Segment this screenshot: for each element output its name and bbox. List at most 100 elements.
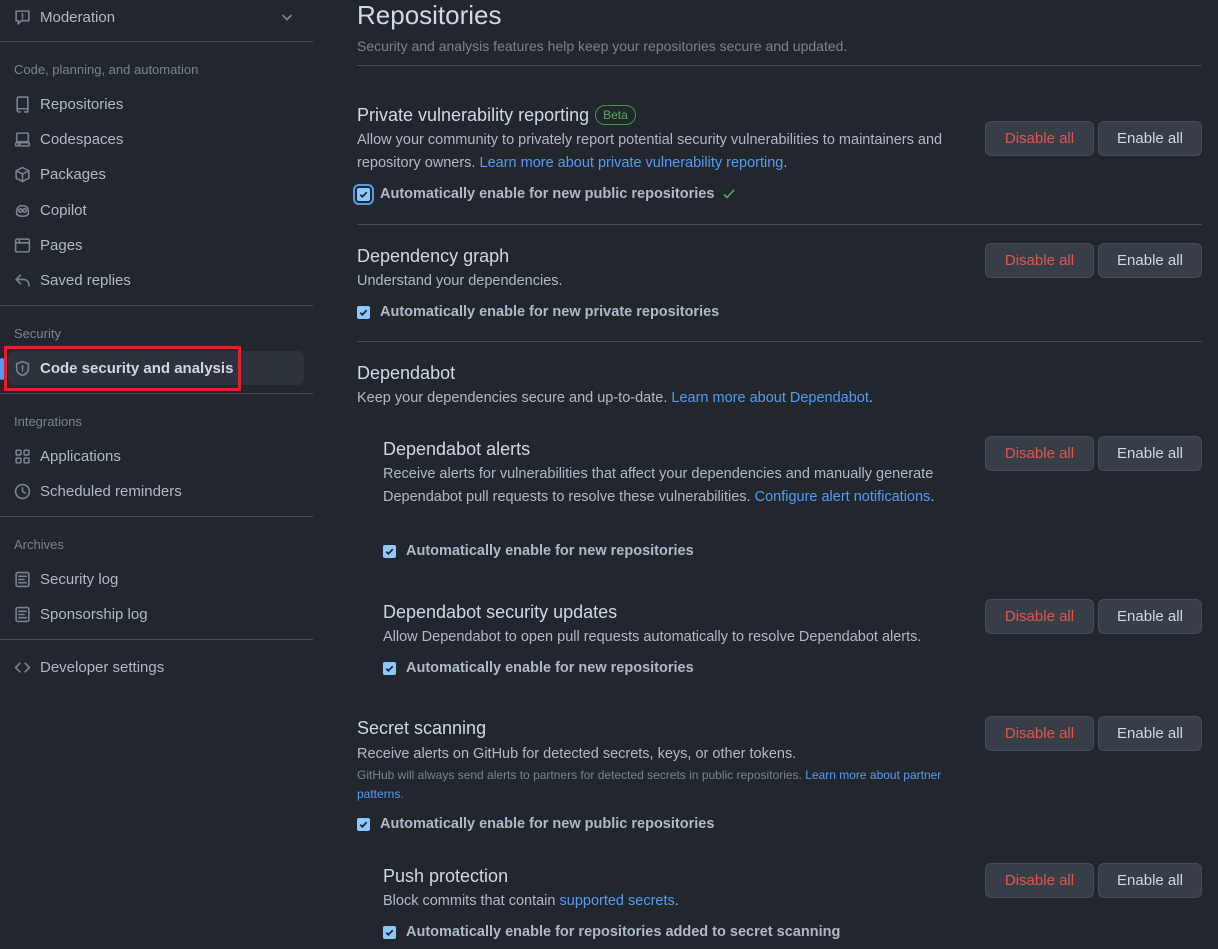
sidebar: Moderation Code, planning, and automatio…	[0, 0, 313, 949]
push-protection-auto-enable-checkbox[interactable]	[383, 925, 396, 939]
code-icon	[13, 658, 31, 676]
pvr-disable-all-button[interactable]: Disable all	[985, 121, 1094, 156]
checkbox-label: Automatically enable for new public repo…	[380, 816, 715, 832]
sidebar-item-packages[interactable]: Packages	[0, 157, 313, 191]
pvr-auto-enable-checkbox[interactable]	[353, 183, 374, 205]
dependabot-security-updates-description: Allow Dependabot to open pull requests a…	[383, 629, 922, 645]
secret-note-suffix: .	[400, 787, 404, 801]
dep-graph-auto-enable-row: Automatically enable for new private rep…	[357, 304, 719, 320]
dep-updates-auto-enable-checkbox[interactable]	[383, 661, 396, 675]
sidebar-item-moderation[interactable]: Moderation	[0, 0, 313, 34]
secret-scanning-description: Receive alerts on GitHub for detected se…	[357, 746, 797, 762]
push-protection-disable-all-button[interactable]: Disable all	[985, 863, 1094, 898]
sidebar-item-saved-replies[interactable]: Saved replies	[0, 263, 313, 297]
pvr-learn-more-link[interactable]: Learn more about private vulnerability r…	[480, 155, 784, 171]
pvr-auto-enable-row: Automatically enable for new public repo…	[353, 183, 736, 205]
dependabot-learn-more-link[interactable]: Learn more about Dependabot	[671, 390, 869, 406]
secret-scanning-note: GitHub will always send alerts to partne…	[357, 766, 967, 804]
secret-scanning-title: Secret scanning	[357, 718, 487, 738]
secret-scanning-auto-enable-checkbox[interactable]	[357, 817, 370, 831]
sidebar-item-label: Saved replies	[40, 271, 131, 289]
dep-alerts-enable-all-button[interactable]: Enable all	[1098, 436, 1202, 471]
dep-alerts-disable-all-button[interactable]: Disable all	[985, 436, 1094, 471]
checkbox-label: Automatically enable for new private rep…	[380, 304, 720, 320]
sidebar-item-label: Packages	[40, 165, 106, 183]
checkbox-label: Automatically enable for new repositorie…	[406, 660, 694, 676]
secret-scanning-auto-enable-row: Automatically enable for new public repo…	[357, 816, 714, 832]
dependabot-security-updates-title: Dependabot security updates	[383, 602, 618, 622]
annotation-highlight-box	[4, 346, 241, 391]
main-content: Repositories Security and analysis featu…	[353, 0, 1202, 949]
log-icon	[13, 570, 31, 588]
sidebar-item-copilot[interactable]: Copilot	[0, 193, 313, 227]
sidebar-item-sponsorship-log[interactable]: Sponsorship log	[0, 597, 313, 631]
sidebar-item-applications[interactable]: Applications	[0, 439, 313, 473]
sidebar-divider	[0, 305, 313, 306]
dep-graph-disable-all-button[interactable]: Disable all	[985, 243, 1094, 278]
dep-alerts-auto-enable-row: Automatically enable for new repositorie…	[383, 543, 694, 559]
sidebar-divider	[0, 41, 313, 42]
dependabot-alerts-description: Receive alerts for vulnerabilities that …	[383, 463, 973, 509]
push-desc-text: Block commits that contain	[383, 893, 560, 909]
dep-updates-enable-all-button[interactable]: Enable all	[1098, 599, 1202, 634]
dep-graph-auto-enable-checkbox[interactable]	[357, 305, 370, 319]
sidebar-item-label: Repositories	[40, 95, 124, 113]
report-icon	[13, 8, 31, 26]
sidebar-item-security-log[interactable]: Security log	[0, 562, 313, 596]
dep-updates-auto-enable-row: Automatically enable for new repositorie…	[383, 660, 694, 676]
page-title: Repositories	[357, 0, 502, 30]
sidebar-divider	[0, 516, 313, 517]
pvr-link-suffix: .	[783, 155, 788, 171]
dep-alerts-auto-enable-checkbox[interactable]	[383, 544, 396, 558]
dependabot-link-suffix: .	[868, 390, 873, 406]
copilot-icon	[13, 201, 31, 219]
dependency-graph-description: Understand your dependencies.	[357, 273, 563, 289]
sidebar-item-label: Applications	[40, 447, 121, 465]
dependabot-title: Dependabot	[357, 363, 456, 383]
push-protection-title: Push protection	[383, 866, 509, 886]
pvr-enable-all-button[interactable]: Enable all	[1098, 121, 1202, 156]
sidebar-item-label: Copilot	[40, 201, 87, 219]
sidebar-item-scheduled-reminders[interactable]: Scheduled reminders	[0, 474, 313, 508]
beta-badge: Beta	[595, 105, 636, 125]
sidebar-item-label: Codespaces	[40, 130, 124, 148]
push-protection-auto-enable-row: Automatically enable for repositories ad…	[383, 924, 840, 940]
browser-icon	[13, 236, 31, 254]
sidebar-item-codespaces[interactable]: Codespaces	[0, 122, 313, 156]
group-title-archives: Archives	[14, 537, 64, 552]
dependabot-description: Keep your dependencies secure and up-to-…	[357, 387, 873, 410]
clock-icon	[13, 482, 31, 500]
checkbox-label: Automatically enable for new repositorie…	[406, 543, 694, 559]
sidebar-item-label: Developer settings	[40, 658, 165, 676]
secret-scanning-disable-all-button[interactable]: Disable all	[985, 716, 1094, 751]
sidebar-item-label: Pages	[40, 236, 83, 254]
supported-secrets-link[interactable]: supported secrets	[560, 893, 675, 909]
sidebar-item-label: Security log	[40, 570, 119, 588]
sidebar-item-repositories[interactable]: Repositories	[0, 87, 313, 121]
dep-graph-enable-all-button[interactable]: Enable all	[1098, 243, 1202, 278]
sidebar-item-developer-settings[interactable]: Developer settings	[0, 650, 313, 684]
sidebar-item-label: Moderation	[40, 8, 116, 26]
section-divider	[357, 224, 1202, 225]
sidebar-divider	[0, 639, 313, 640]
success-check-icon	[723, 189, 735, 199]
secret-note-text: GitHub will always send alerts to partne…	[357, 768, 806, 782]
secret-scanning-enable-all-button[interactable]: Enable all	[1098, 716, 1202, 751]
checkbox-label: Automatically enable for repositories ad…	[406, 924, 841, 940]
dep-updates-disable-all-button[interactable]: Disable all	[985, 599, 1094, 634]
dependency-graph-title: Dependency graph	[357, 246, 510, 266]
dependabot-alerts-title: Dependabot alerts	[383, 439, 531, 459]
push-protection-enable-all-button[interactable]: Enable all	[1098, 863, 1202, 898]
push-link-suffix: .	[674, 893, 679, 909]
section-divider	[357, 341, 1202, 342]
chevron-down-icon[interactable]	[279, 9, 295, 25]
apps-icon	[13, 447, 31, 465]
page-description: Security and analysis features help keep…	[357, 38, 848, 54]
sidebar-item-pages[interactable]: Pages	[0, 228, 313, 262]
log-icon	[13, 605, 31, 623]
reply-icon	[13, 271, 31, 289]
sidebar-item-label: Sponsorship log	[40, 605, 148, 623]
pvr-title: Private vulnerability reporting Beta	[357, 105, 636, 126]
configure-alert-notifications-link[interactable]: Configure alert notifications	[755, 489, 931, 505]
sidebar-item-label: Scheduled reminders	[40, 482, 182, 500]
